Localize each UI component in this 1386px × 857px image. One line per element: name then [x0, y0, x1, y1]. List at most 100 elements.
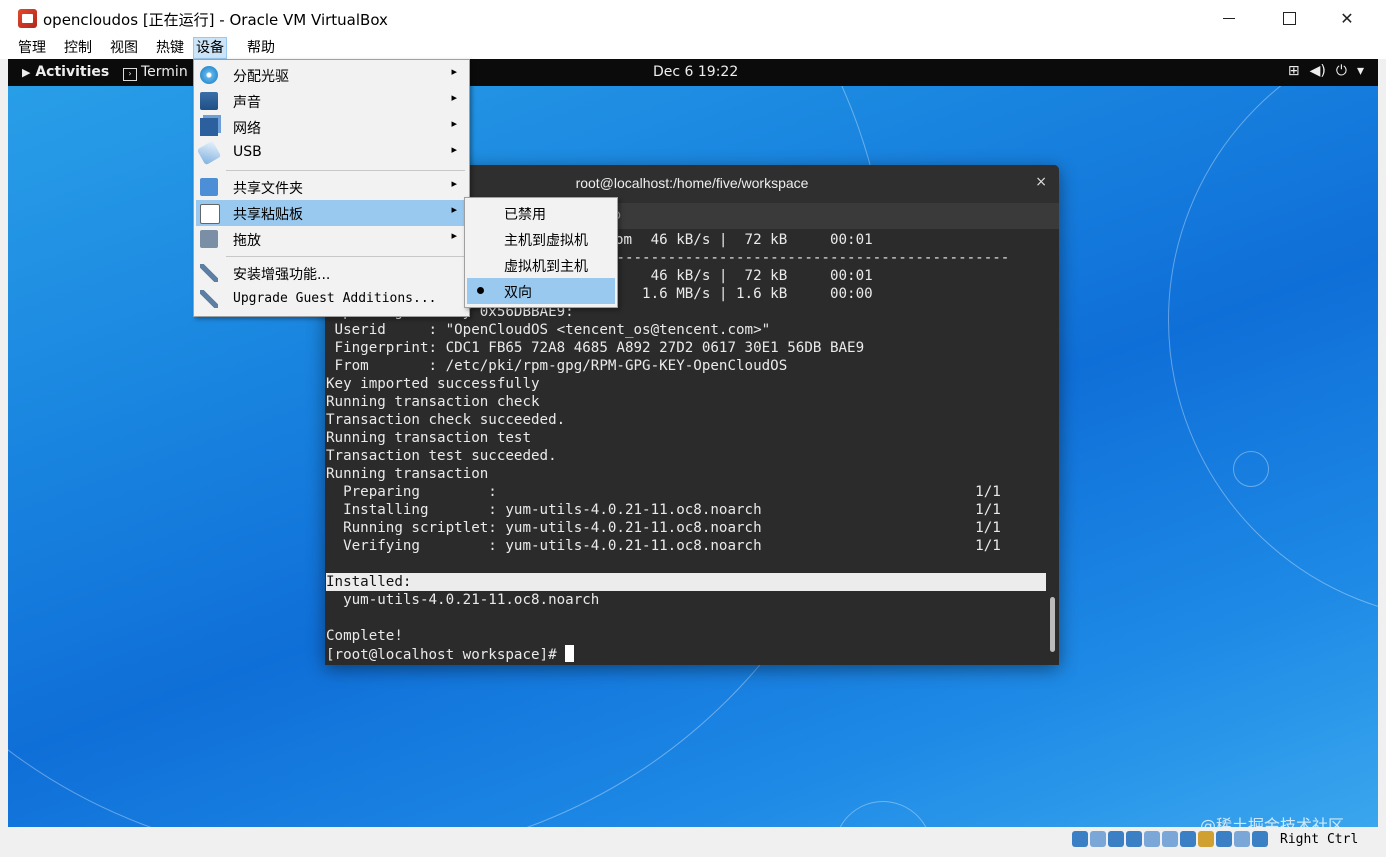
- submenu-arrow-icon: ▸: [451, 177, 457, 190]
- menu-item-drag-and-drop[interactable]: 拖放 ▸: [196, 226, 467, 252]
- clipboard-option-host-to-guest[interactable]: 主机到虚拟机: [467, 226, 615, 252]
- submenu-arrow-icon: ▸: [451, 117, 457, 130]
- power-icon[interactable]: ⏻: [1336, 63, 1347, 79]
- mouse-integration-icon[interactable]: [1234, 831, 1250, 847]
- usb-icon: [196, 140, 222, 166]
- activities-label: Activities: [35, 64, 110, 80]
- terminal-line: Running transaction check: [326, 394, 540, 410]
- vm-status-bar: Right Ctrl: [0, 827, 1386, 857]
- display-icon[interactable]: [1180, 831, 1196, 847]
- optical-disc-icon: [200, 66, 218, 84]
- terminal-line: Key imported successfully: [326, 376, 540, 392]
- shared-clipboard-submenu: 已禁用 主机到虚拟机 虚拟机到主机 双向: [464, 197, 618, 308]
- clipboard-option-bidirectional[interactable]: 双向: [467, 278, 615, 304]
- menu-item-label: 共享粘贴板: [233, 207, 303, 223]
- menu-separator: [226, 170, 465, 171]
- clipboard-icon: [200, 204, 220, 224]
- menu-item-optical-drives[interactable]: 分配光驱 ▸: [196, 62, 467, 88]
- menu-item-label: 已禁用: [504, 207, 546, 223]
- menu-item-shared-folders[interactable]: 共享文件夹 ▸: [196, 174, 467, 200]
- menu-devices[interactable]: 设备: [193, 37, 227, 59]
- terminal-line: Complete!: [326, 628, 403, 644]
- menu-separator: [226, 256, 465, 257]
- terminal-line: Transaction check succeeded.: [326, 412, 566, 428]
- chevron-down-icon[interactable]: ▾: [1357, 63, 1364, 79]
- wallpaper-ring: [1233, 451, 1269, 487]
- menu-help[interactable]: 帮助: [245, 38, 277, 58]
- text-cursor: [564, 645, 574, 662]
- menu-view[interactable]: 视图: [108, 38, 140, 58]
- menu-item-label: 声音: [233, 95, 261, 111]
- devices-menu: 分配光驱 ▸ 声音 ▸ 网络 ▸ USB ▸ 共享文件夹 ▸ 共享粘贴板 ▸ 拖…: [193, 59, 470, 317]
- usb-icon[interactable]: [1144, 831, 1160, 847]
- menu-item-upgrade-guest-additions[interactable]: Upgrade Guest Additions...: [196, 286, 467, 312]
- menu-hotkeys[interactable]: 热键: [154, 38, 186, 58]
- system-tray[interactable]: ⊞ ◀) ⏻ ▾: [1288, 63, 1364, 79]
- close-icon: ✕: [1340, 9, 1354, 28]
- menu-item-label: 共享文件夹: [233, 181, 303, 197]
- terminal-line: Running transaction: [326, 466, 489, 482]
- menu-item-label: 双向: [504, 285, 532, 301]
- terminal-app-label: Termin: [141, 64, 188, 80]
- radio-selected-icon: [477, 287, 484, 294]
- submenu-arrow-icon: ▸: [451, 65, 457, 78]
- network-icon[interactable]: [1126, 831, 1142, 847]
- menu-bar: 管理 控制 视图 热键 设备 帮助: [0, 37, 1386, 59]
- recording-icon[interactable]: [1198, 831, 1214, 847]
- terminal-scrollbar[interactable]: [1050, 597, 1055, 652]
- wrench-icon: [200, 290, 218, 308]
- menu-control[interactable]: 控制: [62, 38, 94, 58]
- optical-disc-icon[interactable]: [1090, 831, 1106, 847]
- maximize-icon: [1282, 12, 1296, 25]
- window-title: opencloudos [正在运行] - Oracle VM VirtualBo…: [43, 11, 388, 29]
- terminal-app-menu[interactable]: › Termin: [123, 64, 188, 81]
- terminal-line: Installing : yum-utils-4.0.21-11.oc8.noa…: [326, 502, 1001, 518]
- close-button[interactable]: ✕: [1318, 0, 1376, 37]
- minimize-icon: [1223, 17, 1235, 20]
- shared-folder-icon[interactable]: [1162, 831, 1178, 847]
- submenu-arrow-icon: ▸: [451, 229, 457, 242]
- menu-item-label: 主机到虚拟机: [504, 233, 588, 249]
- submenu-arrow-icon: ▸: [451, 91, 457, 104]
- maximize-button[interactable]: [1260, 0, 1318, 37]
- menu-item-shared-clipboard[interactable]: 共享粘贴板 ▸: [196, 200, 467, 226]
- terminal-line: Preparing : 1/1: [326, 484, 1001, 500]
- menu-manage[interactable]: 管理: [16, 38, 48, 58]
- terminal-close-button[interactable]: ×: [1035, 174, 1047, 190]
- wallpaper-ring: [834, 801, 932, 827]
- activities-icon: ▶: [22, 66, 31, 79]
- drag-drop-icon: [200, 230, 218, 248]
- menu-item-label: 拖放: [233, 233, 261, 249]
- host-key-label: Right Ctrl: [1280, 832, 1359, 847]
- terminal-line: Running scriptlet: yum-utils-4.0.21-11.o…: [326, 520, 1001, 536]
- audio-icon: [200, 92, 218, 110]
- menu-item-label: 虚拟机到主机: [504, 259, 588, 275]
- terminal-line: Userid : "OpenCloudOS <tencent_os@tencen…: [326, 322, 771, 338]
- clipboard-option-disabled[interactable]: 已禁用: [467, 200, 615, 226]
- menu-item-label: 安装增强功能...: [233, 267, 331, 283]
- terminal-icon: ›: [123, 68, 137, 81]
- keyboard-icon[interactable]: [1252, 831, 1268, 847]
- menu-item-install-guest-additions[interactable]: 安装增强功能...: [196, 260, 467, 286]
- terminal-prompt-line[interactable]: [root@localhost workspace]#: [326, 645, 574, 663]
- network-icon[interactable]: ⊞: [1288, 63, 1300, 79]
- terminal-line: yum-utils-4.0.21-11.oc8.noarch: [326, 592, 600, 608]
- menu-item-label: USB: [233, 144, 262, 160]
- menu-item-label: Upgrade Guest Additions...: [233, 291, 437, 306]
- volume-icon[interactable]: ◀): [1310, 63, 1326, 79]
- clock[interactable]: Dec 6 19:22: [653, 64, 738, 80]
- cpu-icon[interactable]: [1216, 831, 1232, 847]
- terminal-line: From : /etc/pki/rpm-gpg/RPM-GPG-KEY-Open…: [326, 358, 788, 374]
- activities-button[interactable]: ▶ Activities: [22, 64, 109, 80]
- window-title-bar[interactable]: opencloudos [正在运行] - Oracle VM VirtualBo…: [0, 0, 1386, 37]
- clipboard-option-guest-to-host[interactable]: 虚拟机到主机: [467, 252, 615, 278]
- hard-disk-icon[interactable]: [1072, 831, 1088, 847]
- audio-icon[interactable]: [1108, 831, 1124, 847]
- minimize-button[interactable]: [1200, 0, 1258, 37]
- wallpaper-arc: [1168, 59, 1378, 621]
- submenu-arrow-icon: ▸: [451, 143, 457, 156]
- menu-item-network[interactable]: 网络 ▸: [196, 114, 467, 140]
- menu-item-audio[interactable]: 声音 ▸: [196, 88, 467, 114]
- menu-item-usb[interactable]: USB ▸: [196, 140, 467, 166]
- terminal-line: Running transaction test: [326, 430, 531, 446]
